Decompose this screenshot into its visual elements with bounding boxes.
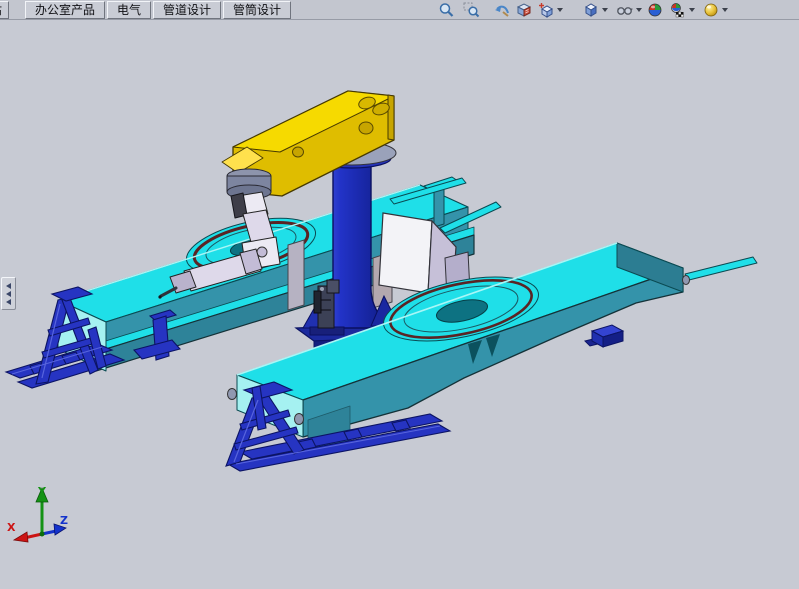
collapse-triangle-icon: [6, 291, 11, 297]
panel-collapse-button[interactable]: [1, 277, 16, 310]
apply-scene-icon: [669, 2, 687, 18]
triad-z-label: Z: [60, 514, 68, 527]
right-support-bracket[interactable]: [585, 325, 623, 347]
boom-end-cap: [388, 95, 394, 140]
tab-tubing-design[interactable]: 管筒设计: [223, 1, 291, 19]
white-block-front-face: [379, 213, 432, 293]
boom-hole-front-2: [293, 147, 304, 157]
view-orientation-button[interactable]: [537, 1, 564, 18]
display-style-button[interactable]: [582, 1, 609, 18]
zoom-to-area-button[interactable]: [462, 1, 481, 18]
collapse-triangle-icon: [6, 299, 11, 305]
left-beam-end-post: [434, 187, 444, 227]
display-style-icon: [583, 2, 600, 18]
view-settings-icon: [703, 2, 720, 18]
dropdown-arrow-icon: [602, 8, 608, 12]
zoom-to-area-icon: [463, 2, 480, 18]
view-settings-button[interactable]: [702, 1, 729, 18]
apply-scene-button[interactable]: [668, 1, 696, 18]
collapse-triangle-icon: [6, 283, 11, 289]
dropdown-arrow-icon: [722, 8, 728, 12]
right-beam-fin: [685, 257, 757, 280]
tab-electrical[interactable]: 电气: [107, 1, 151, 19]
tab-piping-design[interactable]: 管道设计: [153, 1, 221, 19]
view-orientation-icon: [538, 2, 555, 18]
checkered-flag: [676, 12, 684, 17]
clamp-motor: [314, 291, 321, 313]
previous-view-icon: [494, 2, 511, 18]
tab-partial[interactable]: 估: [0, 1, 9, 19]
triad-x-arrowhead: [14, 532, 28, 542]
section-view-icon: [516, 2, 533, 18]
torch-tip: [158, 295, 161, 298]
tab-office-products[interactable]: 办公室产品: [25, 1, 105, 19]
zoom-to-fit-icon: [438, 2, 455, 18]
view-triad: Y X Z: [7, 485, 68, 542]
right-beam-pivot-knob-3: [683, 276, 690, 285]
edit-appearance-icon: [647, 2, 664, 18]
previous-view-button[interactable]: [493, 1, 512, 18]
fixture-sliver-left[interactable]: [288, 240, 304, 310]
hide-show-items-icon: [616, 2, 634, 18]
right-beam-pivot-knob-1: [228, 389, 237, 400]
heads-up-view-toolbar: [437, 1, 729, 18]
edit-appearance-button[interactable]: [646, 1, 665, 18]
section-view-button[interactable]: [515, 1, 534, 18]
dropdown-arrow-icon: [636, 8, 642, 12]
boom-hole-front-1: [359, 122, 373, 134]
dropdown-arrow-icon: [689, 8, 695, 12]
triad-x-label: X: [7, 521, 16, 534]
command-tabs: 估 办公室产品 电气 管道设计 管筒设计: [0, 0, 293, 19]
right-beam-pivot-knob-2: [295, 414, 304, 425]
3d-viewport: Y X Z: [0, 0, 799, 589]
triad-y-label: Y: [37, 485, 47, 498]
hide-show-items-button[interactable]: [615, 1, 643, 18]
dropdown-arrow-icon: [557, 8, 563, 12]
zoom-to-fit-button[interactable]: [437, 1, 456, 18]
